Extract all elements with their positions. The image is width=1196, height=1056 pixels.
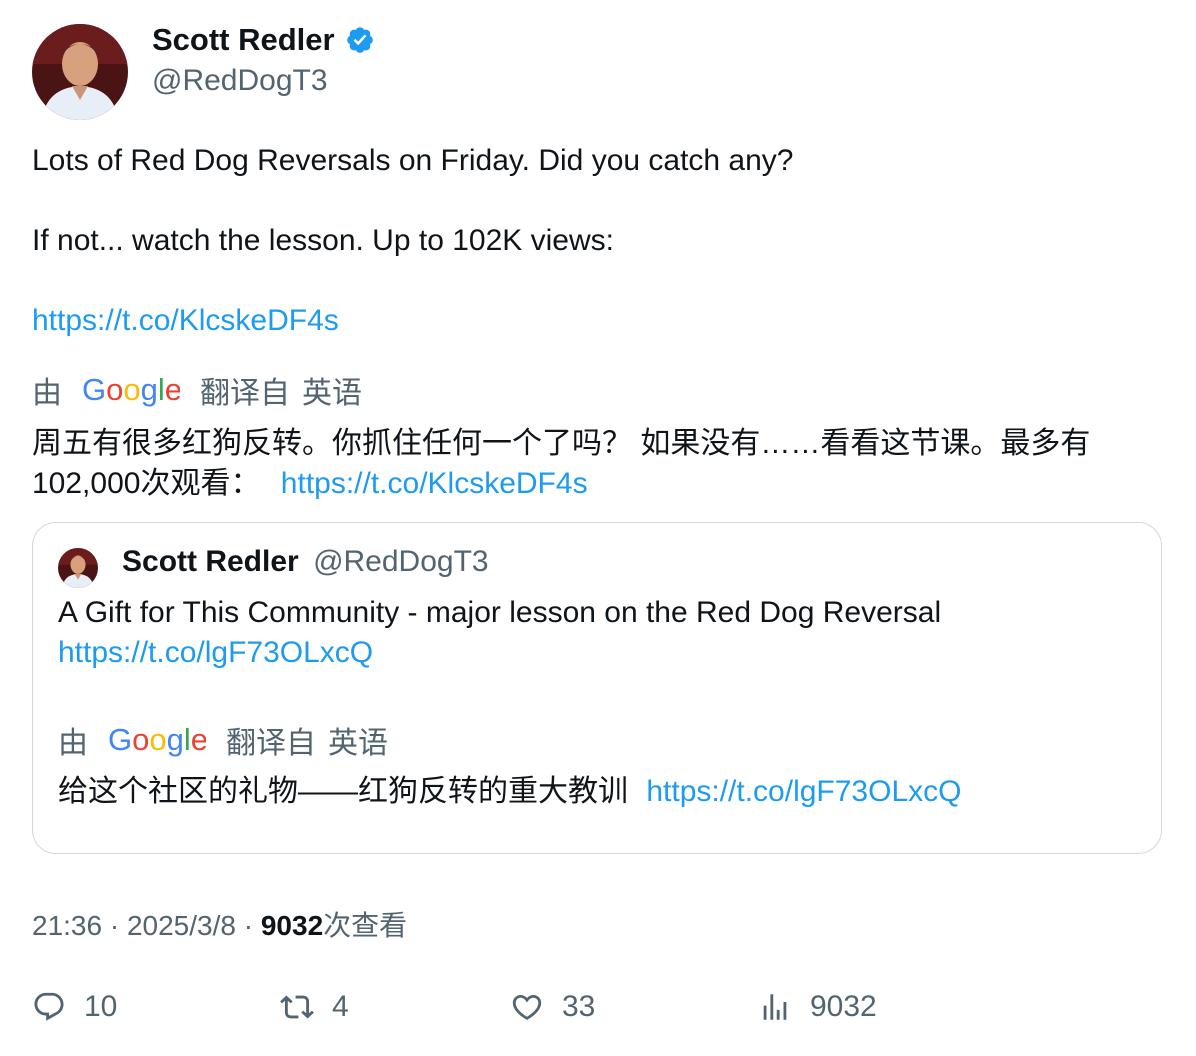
heart-icon [512, 994, 542, 1020]
tweet-link[interactable]: https://t.co/KlcskeDF4s [32, 304, 339, 338]
tweet-text-line-1: Lots of Red Dog Reversals on Friday. Did… [32, 144, 794, 177]
reply-button[interactable]: 10 [32, 990, 117, 1024]
author-name-text[interactable]: Scott Redler [152, 22, 335, 58]
quoted-translated-line: 给这个社区的礼物——红狗反转的重大教训 https://t.co/lgF73OL… [58, 766, 961, 810]
svg-text:Google: Google [82, 373, 180, 407]
quoted-avatar-image [58, 548, 98, 588]
quoted-translated-link[interactable]: https://t.co/lgF73OLxcQ [646, 775, 961, 808]
quoted-translation-by: 由 [58, 727, 88, 760]
quoted-author-name[interactable]: Scott Redler [122, 545, 299, 578]
reply-icon [34, 992, 64, 1021]
author-name[interactable]: Scott Redler [152, 22, 375, 58]
like-button[interactable]: 33 [510, 990, 595, 1024]
quoted-tweet-card[interactable]: Scott Redler @RedDogT3 A Gift for This C… [32, 522, 1162, 854]
analytics-icon [763, 994, 787, 1020]
tweet-views-label: 次查看 [323, 910, 408, 941]
svg-text:Google: Google [108, 723, 206, 757]
author-handle[interactable]: @RedDogT3 [152, 64, 328, 98]
translated-text-line-1: 周五有很多红狗反转。你抓住任何一个了吗？ 如果没有……看看这节课。最多有 [32, 427, 1091, 460]
tweet-time[interactable]: 21:36 [32, 910, 102, 941]
quoted-author-handle[interactable]: @RedDogT3 [313, 545, 489, 578]
meta-separator: · [109, 910, 120, 941]
quoted-author-avatar[interactable] [58, 548, 98, 588]
google-logo-icon: Google [82, 373, 180, 407]
translation-language[interactable]: 英语 [302, 368, 362, 412]
retweet-icon [280, 995, 314, 1019]
retweet-button[interactable]: 4 [280, 990, 349, 1024]
quoted-google-logo-icon: Google [108, 723, 206, 757]
translated-text-line-2: 102,000次观看： https://t.co/KlcskeDF4s [32, 458, 588, 502]
author-avatar[interactable] [32, 24, 128, 120]
quoted-tweet-link[interactable]: https://t.co/lgF73OLxcQ [58, 636, 373, 670]
author-avatar-image [32, 24, 128, 120]
translation-attribution: 由 Google 翻译自 英语 [32, 368, 362, 412]
quoted-translation-attribution: 由 Google 翻译自 英语 [58, 718, 388, 762]
translated-link[interactable]: https://t.co/KlcskeDF4s [281, 467, 588, 500]
quoted-translation-from: 翻译自 [226, 727, 316, 760]
quoted-tweet-text: A Gift for This Community - major lesson… [58, 596, 942, 629]
tweet-text-line-2: If not... watch the lesson. Up to 102K v… [32, 224, 614, 257]
tweet-date[interactable]: 2025/3/8 [127, 910, 236, 941]
meta-separator-2: · [243, 910, 254, 941]
quoted-translated-text: 给这个社区的礼物——红狗反转的重大教训 [58, 775, 628, 808]
tweet-views-count: 9032 [260, 910, 324, 941]
quoted-translation-language[interactable]: 英语 [328, 718, 388, 762]
tweet-meta: 21:36 · 2025/3/8 · 9032次查看 [32, 904, 407, 944]
translated-text-views: 102,000次观看： [32, 467, 261, 500]
views-button[interactable]: 9032 [758, 990, 877, 1024]
verified-badge-icon [346, 27, 373, 53]
views-count: 9032 [810, 990, 877, 1023]
quoted-tweet-header: Scott Redler @RedDogT3 [122, 545, 489, 579]
reply-count: 10 [84, 990, 118, 1023]
translation-by: 由 [32, 377, 62, 410]
like-count: 33 [562, 990, 596, 1023]
translation-from: 翻译自 [200, 377, 290, 410]
retweet-count: 4 [332, 990, 349, 1023]
